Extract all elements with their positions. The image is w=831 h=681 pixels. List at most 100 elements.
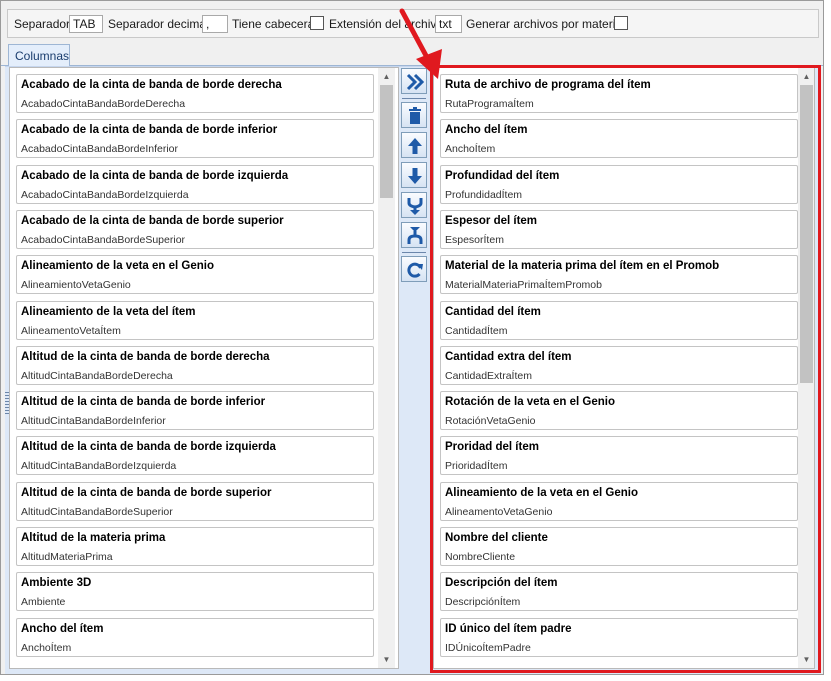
column-key: AcabadoCintaBandaBordeSuperior <box>21 233 186 246</box>
selected-column-item[interactable]: Ancho del ítem AnchoÍtem <box>440 119 798 159</box>
selected-column-item[interactable]: Profundidad del ítem ProfundidadÍtem <box>440 164 798 204</box>
selected-list-scrollbar[interactable]: ▲ ▼ <box>798 68 814 668</box>
column-title: Profundidad del ítem <box>445 169 560 182</box>
column-title: Altitud de la cinta de banda de borde su… <box>21 486 272 499</box>
trash-icon <box>409 107 421 124</box>
column-key: AltitudCintaBandaBordeInferior <box>21 415 166 428</box>
column-key: ProfundidadÍtem <box>445 188 523 201</box>
column-title: Alineamiento de la veta del ítem <box>21 305 196 318</box>
column-key: AltitudCintaBandaBordeIzquierda <box>21 460 177 473</box>
column-key: EspesorÍtem <box>445 233 504 246</box>
selected-column-item[interactable]: Alineamiento de la veta en el Genio Aline… <box>440 481 798 521</box>
available-column-item[interactable]: Acabado de la cinta de banda de borde iz… <box>16 164 374 204</box>
column-title: Altitud de la cinta de banda de borde iz… <box>21 441 276 454</box>
selected-column-item[interactable]: Cantidad extra del ítem CantidadExtraÍtem <box>440 345 798 385</box>
column-title: Rotación de la veta en el Genio <box>445 396 615 409</box>
has-header-checkbox[interactable] <box>310 16 324 30</box>
column-key: IDÚnicoÍtemPadre <box>445 641 531 654</box>
column-key: NombreCliente <box>445 551 516 563</box>
available-column-item[interactable]: Altitud de la cinta de banda de borde de… <box>16 345 374 385</box>
column-key: AltitudMateriaPrima <box>21 551 113 563</box>
decimal-separator-input[interactable]: , <box>202 15 228 33</box>
move-down-button[interactable] <box>401 162 427 188</box>
column-key: PrioridadÍtem <box>445 460 508 473</box>
split-arrows-icon <box>407 227 423 244</box>
column-title: Nombre del cliente <box>445 532 548 544</box>
column-key: AnchoÍtem <box>445 143 496 156</box>
available-column-item[interactable]: Ancho del ítem AnchoÍtem <box>16 617 374 657</box>
annotation-arrow-icon <box>399 8 442 79</box>
selected-column-item[interactable]: Nombre del cliente NombreCliente <box>440 527 798 566</box>
scroll-down-arrow-icon[interactable]: ▼ <box>798 651 814 668</box>
available-column-item[interactable]: Acabado de la cinta de banda de borde de… <box>16 74 374 113</box>
tab-columns[interactable]: Columnas <box>8 44 70 66</box>
per-material-label: Generar archivos por material <box>466 17 625 31</box>
column-title: Ruta de archivo de programa del ítem <box>445 79 651 91</box>
selected-column-item[interactable]: Descripción del ítem DescripciónÍtem <box>440 572 798 612</box>
column-title: Proridad del ítem <box>445 441 539 454</box>
selected-column-item[interactable]: Proridad del ítem PrioridadÍtem <box>440 436 798 476</box>
available-column-item[interactable]: Acabado de la cinta de banda de borde su… <box>16 209 374 249</box>
move-up-button[interactable] <box>401 132 427 158</box>
column-key: AcabadoCintaBandaBordeInferior <box>21 143 179 156</box>
scroll-down-arrow-icon[interactable]: ▼ <box>378 651 395 668</box>
separator-label: Separador <box>14 17 71 31</box>
per-material-checkbox[interactable] <box>614 16 628 30</box>
column-title: Ambiente 3D <box>21 577 92 590</box>
merge-button[interactable] <box>401 192 427 218</box>
available-columns-list[interactable]: Acabado de la cinta de banda de borde de… <box>9 67 399 669</box>
arrow-down-icon <box>408 168 422 184</box>
selected-column-item[interactable]: Material de la materia prima del ítem en… <box>440 255 798 295</box>
column-key: AlineamentoVetaGenio <box>445 505 553 518</box>
selected-columns-list[interactable]: Ruta de archivo de programa del ítem Ruta… <box>433 67 815 669</box>
arrow-up-icon <box>408 138 422 154</box>
selected-column-item[interactable]: Rotación de la veta en el Genio RotaciónV… <box>440 391 798 431</box>
available-column-item[interactable]: Altitud de la cinta de banda de borde su… <box>16 481 374 521</box>
available-column-item[interactable]: Altitud de la materia prima AltitudMateri… <box>16 527 374 566</box>
column-key: DescripciónÍtem <box>445 596 521 609</box>
available-column-item[interactable]: Acabado de la cinta de banda de borde in… <box>16 119 374 159</box>
column-title: Acabado de la cinta de banda de borde su… <box>21 214 284 227</box>
available-column-item[interactable]: Ambiente 3D Ambiente <box>16 572 374 612</box>
column-title: Cantidad del ítem <box>445 305 541 318</box>
column-key: AcabadoCintaBandaBordeIzquierda <box>21 188 189 201</box>
column-title: Acabado de la cinta de banda de borde iz… <box>21 169 289 182</box>
refresh-button[interactable] <box>401 256 427 282</box>
column-title: ID único del ítem padre <box>445 622 572 635</box>
available-column-item[interactable]: Altitud de la cinta de banda de borde in… <box>16 391 374 431</box>
available-list-scrollbar[interactable]: ▲ ▼ <box>378 68 395 668</box>
available-column-item[interactable]: Altitud de la cinta de banda de borde iz… <box>16 436 374 476</box>
selected-column-item[interactable]: Cantidad del ítem CantidadÍtem <box>440 300 798 340</box>
column-title: Alineamiento de la veta en el Genio <box>21 260 215 273</box>
column-title: Altitud de la materia prima <box>21 532 166 544</box>
column-key: RutaProgramaÍtem <box>445 98 534 110</box>
remove-button[interactable] <box>401 102 427 128</box>
decimal-separator-label: Separador decimal <box>108 17 209 31</box>
column-key: AcabadoCintaBandaBordeDerecha <box>21 98 186 110</box>
separator-input[interactable]: TAB <box>69 15 103 33</box>
export-settings-window: Separador TAB Separador decimal , Tiene … <box>0 0 824 675</box>
refresh-icon <box>407 262 423 278</box>
column-key: RotaciónVetaGenio <box>445 415 536 428</box>
column-key: AnchoÍtem <box>21 641 72 654</box>
available-column-item[interactable]: Alineamiento de la veta en el Genio Aline… <box>16 255 374 295</box>
column-title: Altitud de la cinta de banda de borde in… <box>21 396 266 409</box>
column-title: Material de la materia prima del ítem en… <box>445 260 720 273</box>
column-key: AltitudCintaBandaBordeDerecha <box>21 369 173 382</box>
toolbar-separator <box>402 252 426 253</box>
available-column-item[interactable]: Alineamiento de la veta del ítem Alineame… <box>16 300 374 340</box>
column-title: Espesor del ítem <box>445 214 538 227</box>
selected-column-item[interactable]: Espesor del ítem EspesorÍtem <box>440 209 798 249</box>
selected-column-item[interactable]: ID único del ítem padre IDÚnicoÍtemPadre <box>440 617 798 657</box>
merge-arrows-icon <box>407 198 423 215</box>
scroll-up-arrow-icon[interactable]: ▲ <box>798 68 814 85</box>
scroll-up-arrow-icon[interactable]: ▲ <box>378 68 395 85</box>
column-key: AlineamentoVetaÍtem <box>21 324 121 337</box>
selected-column-item[interactable]: Ruta de archivo de programa del ítem Ruta… <box>440 74 798 113</box>
scroll-thumb[interactable] <box>800 85 813 383</box>
column-key: AlineamientoVetaGenio <box>21 279 131 292</box>
split-button[interactable] <box>401 222 427 248</box>
scroll-thumb[interactable] <box>380 85 393 198</box>
column-key: AltitudCintaBandaBordeSuperior <box>21 505 173 518</box>
column-key: CantidadÍtem <box>445 324 508 337</box>
